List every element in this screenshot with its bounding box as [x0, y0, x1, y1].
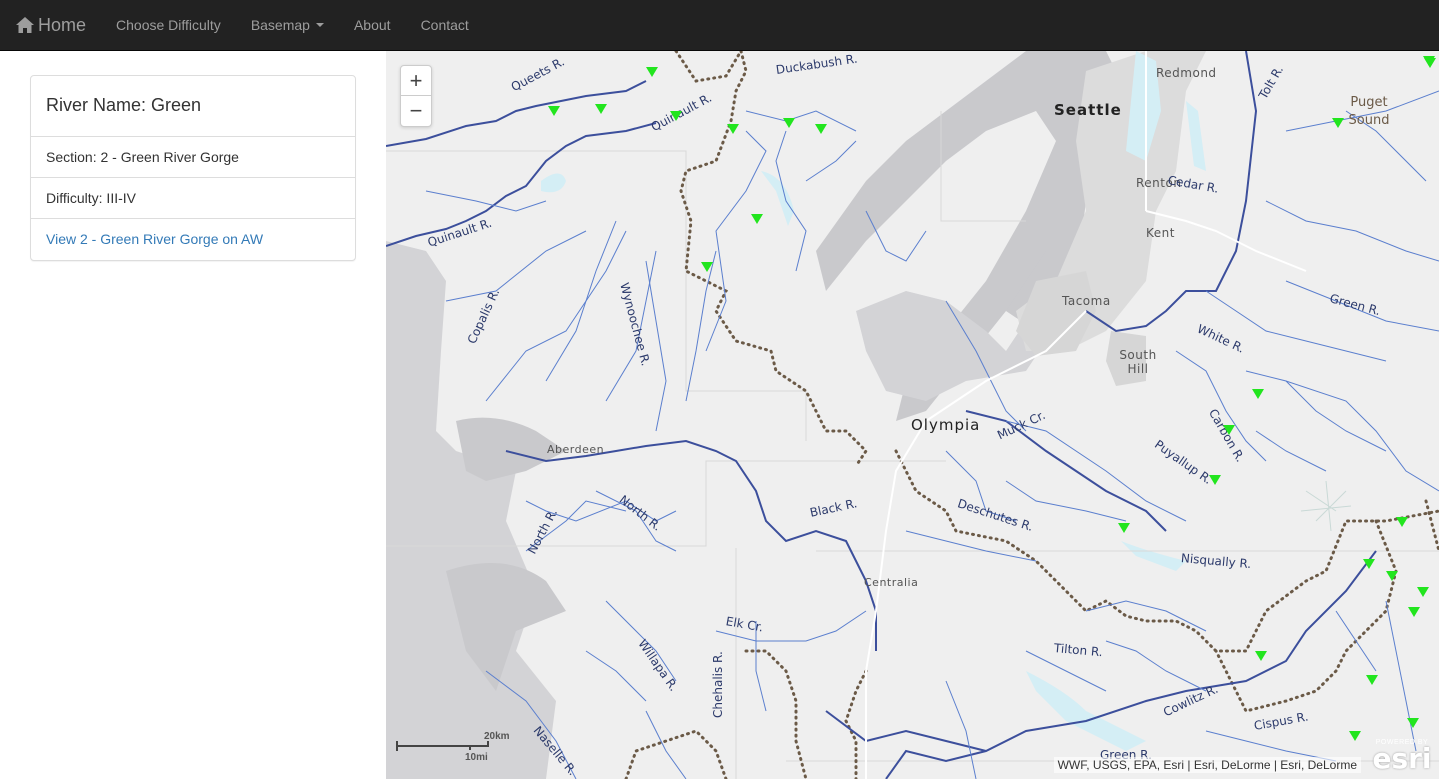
map-view[interactable]: Seattle Redmond Renton Kent Tacoma South… [386, 51, 1439, 779]
river-gauge-marker[interactable] [1209, 475, 1221, 485]
lake-sammamish [1186, 101, 1206, 171]
esri-logo-name: esri [1372, 742, 1432, 775]
nav-choose-difficulty-label: Choose Difficulty [116, 17, 221, 33]
city-label-centralia: Centralia [864, 576, 919, 589]
scale-km-label: 20km [484, 731, 510, 742]
city-label-aberdeen: Aberdeen [547, 443, 605, 456]
river-gauge-marker[interactable] [1118, 523, 1130, 533]
home-icon [16, 17, 34, 33]
scale-mi-label: 10mi [465, 752, 488, 763]
major-rivers [386, 51, 1377, 779]
riffe-lake [1026, 671, 1146, 751]
river-gauge-marker[interactable] [1363, 559, 1375, 569]
minor-rivers [425, 90, 1439, 779]
nav-basemap-label: Basemap [250, 17, 310, 33]
river-info-panel: River Name: Green Section: 2 - Green Riv… [30, 75, 356, 261]
river-gauge-marker[interactable] [1252, 389, 1264, 399]
scale-bar: 20km 10mi [396, 731, 510, 771]
river-gauge-marker[interactable] [751, 214, 763, 224]
river-gauge-marker[interactable] [1332, 118, 1344, 128]
lake-quinault [541, 173, 566, 193]
navbar: Home Choose Difficulty Basemap About Con… [0, 0, 1439, 51]
river-gauge-marker[interactable] [1396, 517, 1408, 527]
river-gauge-marker[interactable] [595, 104, 607, 114]
city-label-kent: Kent [1146, 226, 1175, 240]
city-label-south-hill: South Hill [1119, 348, 1157, 376]
river-gauge-marker[interactable] [1366, 675, 1378, 685]
sidebar: River Name: Green Section: 2 - Green Riv… [0, 51, 386, 779]
river-gauge-marker[interactable] [1424, 58, 1436, 68]
river-gauge-marker[interactable] [646, 67, 658, 77]
zoom-control: + − [400, 65, 432, 127]
ocean [386, 241, 556, 779]
river-gauge-marker[interactable] [1407, 718, 1419, 728]
river-gauge-marker[interactable] [548, 106, 560, 116]
river-gauge-marker[interactable] [670, 111, 682, 121]
caret-down-icon [315, 23, 324, 27]
river-gauge-marker[interactable] [1349, 731, 1361, 741]
river-gauge-marker[interactable] [1255, 651, 1267, 661]
nav-contact[interactable]: Contact [406, 0, 484, 51]
esri-logo[interactable]: POWERED BY esri [1371, 739, 1433, 775]
river-section: Section: 2 - Green River Gorge [31, 137, 355, 178]
scale-bar-graphic [396, 741, 489, 751]
river-name-heading: River Name: Green [31, 76, 355, 137]
city-label-seattle: Seattle [1054, 101, 1122, 119]
river-label-chehalis: Chehalis R. [711, 651, 725, 718]
view-on-aw-link[interactable]: View 2 - Green River Gorge on AW [46, 231, 263, 247]
river-gauge-marker[interactable] [783, 118, 795, 128]
alder-lake [1121, 541, 1186, 571]
river-gauge-marker[interactable] [727, 124, 739, 134]
lake-cushman [761, 171, 794, 226]
home-label: Home [38, 14, 87, 35]
nav-about-label: About [353, 17, 391, 33]
river-gauge-marker[interactable] [1386, 571, 1398, 581]
map-attribution: WWF, USGS, EPA, Esri | Esri, DeLorme | E… [1053, 757, 1361, 773]
nav-choose-difficulty[interactable]: Choose Difficulty [101, 0, 236, 51]
city-label-redmond: Redmond [1156, 66, 1217, 80]
river-gauge-marker[interactable] [1223, 425, 1235, 435]
river-gauge-marker[interactable] [815, 124, 827, 134]
zoom-out-button[interactable]: − [401, 96, 431, 126]
home-link[interactable]: Home [0, 0, 101, 51]
region-label-puget-sound: Puget Sound [1348, 95, 1390, 128]
nav-about[interactable]: About [339, 0, 406, 51]
basemap-layer [386, 51, 1439, 779]
river-difficulty: Difficulty: III-IV [31, 178, 355, 219]
river-gauge-marker[interactable] [701, 262, 713, 272]
city-label-tacoma: Tacoma [1062, 294, 1111, 308]
river-gauge-marker[interactable] [1408, 607, 1420, 617]
river-gauge-marker[interactable] [1417, 587, 1429, 597]
zoom-in-button[interactable]: + [401, 66, 431, 96]
nav-contact-label: Contact [420, 17, 469, 33]
city-label-olympia: Olympia [911, 416, 981, 434]
aw-link-row: View 2 - Green River Gorge on AW [31, 219, 355, 260]
nav-basemap-dropdown[interactable]: Basemap [236, 0, 339, 51]
